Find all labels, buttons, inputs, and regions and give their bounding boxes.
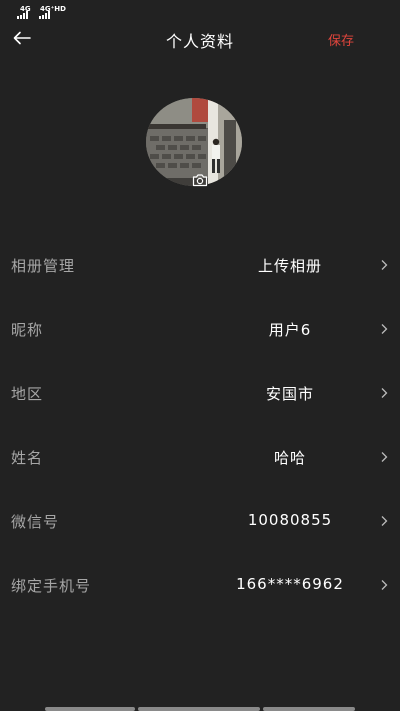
- chevron-right-icon: [381, 516, 388, 526]
- chevron-right-icon: [381, 260, 388, 270]
- home-indicator-segment: [138, 707, 260, 711]
- signal-icon: [39, 11, 50, 19]
- signal-icon: [17, 11, 28, 19]
- row-value: 10080855: [247, 511, 333, 529]
- chevron-right-icon: [381, 324, 388, 334]
- row-label: 姓名: [11, 449, 44, 467]
- row-value: 上传相册: [257, 257, 322, 275]
- chevron-right-icon: [381, 452, 388, 462]
- home-indicator-segment: [263, 707, 355, 711]
- row-region[interactable]: 地区 安国市: [0, 361, 400, 425]
- status-bar: 4G 4G⁺HD: [0, 0, 400, 22]
- row-label: 微信号: [11, 513, 60, 531]
- profile-list: 相册管理 上传相册 昵称 用户6 地区 安国市 姓名 哈哈 微信号 100808…: [0, 233, 400, 617]
- avatar-container[interactable]: [146, 98, 242, 187]
- row-album-management[interactable]: 相册管理 上传相册: [0, 233, 400, 297]
- row-label: 相册管理: [11, 257, 76, 275]
- row-label: 昵称: [11, 321, 44, 339]
- save-button[interactable]: 保存: [328, 30, 354, 49]
- camera-icon[interactable]: [192, 173, 208, 187]
- chevron-right-icon: [381, 388, 388, 398]
- row-value: 安国市: [265, 385, 314, 403]
- chevron-right-icon: [381, 580, 388, 590]
- row-bound-phone[interactable]: 绑定手机号 166****6962: [0, 553, 400, 617]
- row-name[interactable]: 姓名 哈哈: [0, 425, 400, 489]
- row-value: 用户6: [268, 321, 312, 339]
- nav-bar: 个人资料 保存: [0, 22, 400, 54]
- row-wechat-id[interactable]: 微信号 10080855: [0, 489, 400, 553]
- row-value: 166****6962: [236, 575, 344, 593]
- row-label: 绑定手机号: [11, 577, 92, 595]
- row-value: 哈哈: [273, 449, 306, 467]
- home-indicator-segment: [45, 707, 135, 711]
- row-nickname[interactable]: 昵称 用户6: [0, 297, 400, 361]
- row-label: 地区: [11, 385, 44, 403]
